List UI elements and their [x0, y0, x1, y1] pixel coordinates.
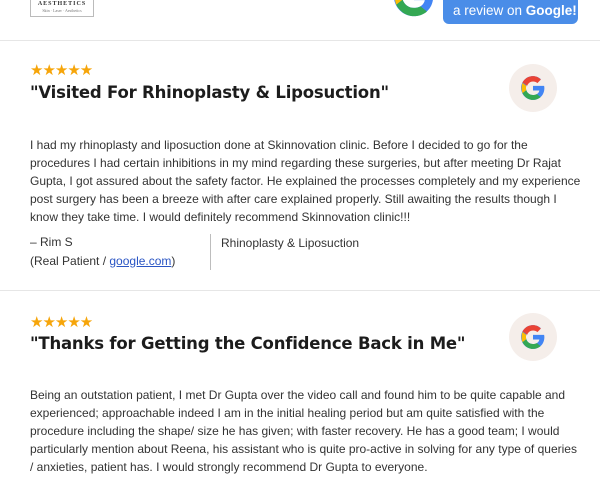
- review-procedure: Rhinoplasty & Liposuction: [221, 236, 360, 250]
- review-source: (Real Patient / google.com): [30, 253, 176, 268]
- clinic-logo[interactable]: AESTHETICS Skin · Laser · Aesthetics: [30, 0, 94, 17]
- review-title: "Visited For Rhinoplasty & Liposuction": [30, 83, 389, 102]
- section-divider: [0, 290, 600, 291]
- review-title: "Thanks for Getting the Confidence Back …: [30, 334, 466, 353]
- star-rating: ★★★★★: [30, 314, 93, 331]
- google-badge: [509, 64, 557, 112]
- google-link[interactable]: google.com: [109, 254, 171, 268]
- google-g-icon: [521, 76, 545, 100]
- google-g-icon: [394, 0, 433, 17]
- review-text: I had my rhinoplasty and liposuction don…: [30, 138, 581, 224]
- logo-subtext: Skin · Laser · Aesthetics: [42, 8, 82, 13]
- section-divider: [0, 40, 600, 41]
- google-g-icon: [521, 325, 545, 349]
- review-on-google-button[interactable]: a review on Google!: [443, 0, 578, 24]
- review-text: Being an outstation patient, I met Dr Gu…: [30, 388, 577, 474]
- logo-text: AESTHETICS: [37, 1, 87, 7]
- review-button-prefix: a review on: [453, 3, 526, 18]
- vertical-divider: [210, 234, 211, 270]
- star-rating: ★★★★★: [30, 62, 93, 79]
- review-author-block: – Rim S (Real Patient / google.com): [30, 233, 175, 270]
- review-author: – Rim S: [30, 235, 73, 249]
- review-button-brand: Google!: [525, 3, 577, 18]
- google-badge: [509, 313, 557, 361]
